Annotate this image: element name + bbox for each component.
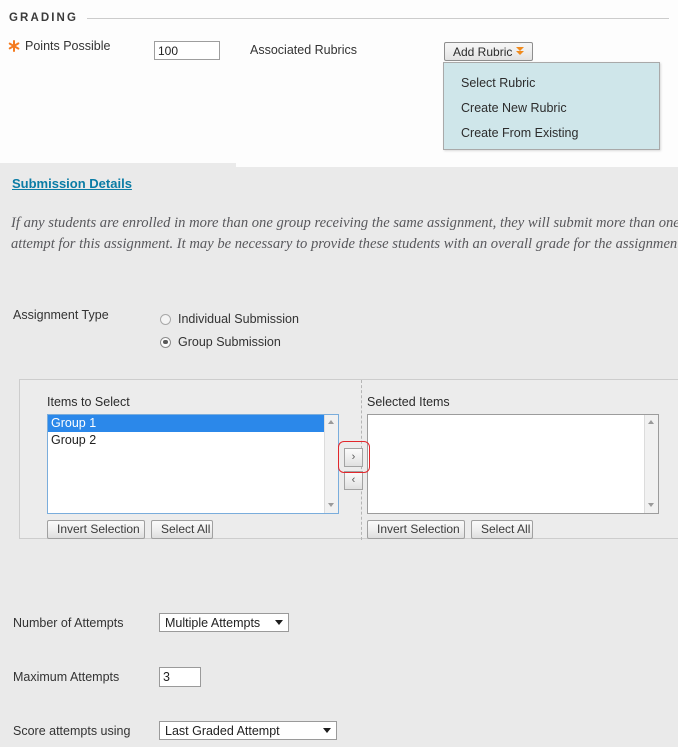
number-of-attempts-select[interactable]: Multiple Attempts: [159, 613, 289, 632]
number-of-attempts-label: Number of Attempts: [13, 616, 124, 630]
transfer-left-button[interactable]: ‹: [344, 471, 363, 490]
selected-items-scrollbar[interactable]: [644, 415, 658, 513]
points-possible-row: Points Possible: [8, 39, 110, 53]
score-attempts-select[interactable]: Last Graded Attempt: [159, 721, 337, 740]
points-possible-label: Points Possible: [25, 39, 111, 53]
radio-individual-submission[interactable]: Individual Submission: [160, 312, 299, 326]
menu-item-create-new-rubric[interactable]: Create New Rubric: [444, 96, 659, 121]
assignment-type-label: Assignment Type: [13, 308, 109, 322]
grading-section: GRADING Points Possible Associated Rubri…: [0, 0, 678, 163]
score-attempts-value: Last Graded Attempt: [165, 723, 280, 738]
selected-items-listbox[interactable]: [367, 414, 659, 514]
scroll-down-arrow-icon[interactable]: [325, 499, 338, 512]
radio-group-submission[interactable]: Group Submission: [160, 335, 281, 349]
radio-individual-submission-label: Individual Submission: [178, 312, 299, 326]
maximum-attempts-input[interactable]: [159, 667, 201, 687]
items-to-select-title: Items to Select: [47, 395, 130, 409]
add-rubric-button[interactable]: Add Rubric: [444, 42, 534, 61]
double-chevron-down-icon: [516, 46, 525, 57]
list-item[interactable]: Group 1: [48, 415, 324, 432]
add-rubric-button-label: Add Rubric: [453, 44, 513, 59]
selected-items-options[interactable]: [368, 415, 644, 513]
right-select-all-button[interactable]: Select All: [471, 520, 533, 539]
grading-section-title: GRADING: [9, 12, 79, 24]
grading-section-header: GRADING: [9, 10, 669, 26]
selected-items-title: Selected Items: [367, 395, 450, 409]
chevron-down-icon: [323, 728, 331, 733]
radio-group-submission-label: Group Submission: [178, 335, 281, 349]
left-select-all-button[interactable]: Select All: [151, 520, 213, 539]
associated-rubrics-label: Associated Rubrics: [250, 43, 357, 57]
chevron-down-icon: [275, 620, 283, 625]
scroll-up-arrow-icon[interactable]: [645, 416, 658, 429]
menu-item-select-rubric[interactable]: Select Rubric: [444, 71, 659, 96]
dual-list-panel: Items to Select Selected Items Group 1 G…: [19, 379, 678, 540]
rubric-dropdown-menu[interactable]: Select Rubric Create New Rubric Create F…: [443, 62, 660, 150]
list-item[interactable]: Group 2: [48, 432, 324, 449]
menu-item-create-from-existing[interactable]: Create From Existing: [444, 121, 659, 146]
section-divider-rule: [87, 18, 669, 19]
items-to-select-listbox[interactable]: Group 1 Group 2: [47, 414, 339, 514]
items-to-select-options[interactable]: Group 1 Group 2: [48, 415, 324, 513]
radio-individual-submission-dot[interactable]: [160, 313, 171, 325]
items-to-select-scrollbar[interactable]: [324, 415, 338, 513]
required-asterisk-icon: [8, 40, 21, 53]
left-invert-selection-button[interactable]: Invert Selection: [47, 520, 145, 539]
submission-details-link[interactable]: Submission Details: [12, 176, 132, 191]
scroll-down-arrow-icon[interactable]: [645, 499, 658, 512]
score-attempts-label: Score attempts using: [13, 724, 131, 738]
number-of-attempts-value: Multiple Attempts: [165, 615, 261, 630]
submission-note-text: If any students are enrolled in more tha…: [11, 215, 678, 252]
panel-top-notch: [236, 163, 678, 167]
points-possible-input[interactable]: [154, 41, 220, 60]
radio-group-submission-dot[interactable]: [160, 336, 171, 348]
maximum-attempts-label: Maximum Attempts: [13, 670, 120, 684]
submission-details-section: Submission Details If any students are e…: [0, 163, 678, 747]
scroll-up-arrow-icon[interactable]: [325, 416, 338, 429]
right-invert-selection-button[interactable]: Invert Selection: [367, 520, 465, 539]
transfer-right-button[interactable]: ›: [344, 448, 363, 467]
